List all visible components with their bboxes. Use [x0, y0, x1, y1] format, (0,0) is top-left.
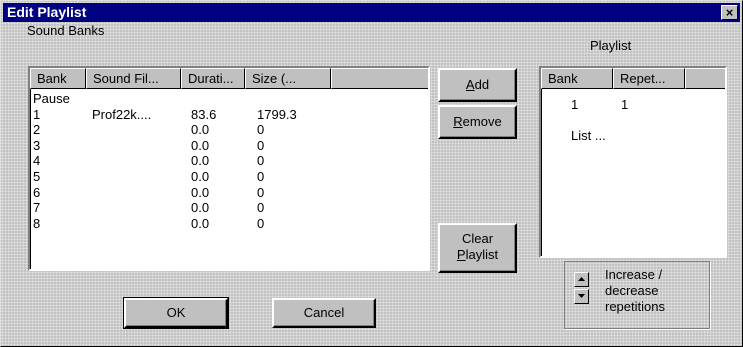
- column-header-duration[interactable]: Durati...: [181, 68, 245, 89]
- sound-bank-row-8-bank[interactable]: 7: [33, 200, 40, 215]
- repetitions-label-line2: decrease: [605, 283, 659, 298]
- add-button[interactable]: Add: [438, 68, 517, 102]
- sound-bank-row-5-size[interactable]: 0: [257, 153, 264, 168]
- remove-button[interactable]: Remove: [438, 105, 517, 139]
- arrow-down-icon: [578, 294, 585, 298]
- sound-bank-row-7-duration[interactable]: 0.0: [191, 185, 209, 200]
- sound-bank-row-5-duration[interactable]: 0.0: [191, 153, 209, 168]
- sound-bank-row-9-size[interactable]: 0: [257, 216, 264, 231]
- clear-playlist-line2: laylist: [465, 247, 499, 262]
- ok-button-label: OK: [166, 305, 186, 320]
- sound-bank-row-9-duration[interactable]: 0.0: [191, 216, 209, 231]
- sound-bank-row-1-bank[interactable]: Pause: [33, 91, 70, 106]
- remove-button-accel: R: [453, 114, 463, 129]
- sound-bank-row-6-duration[interactable]: 0.0: [191, 169, 209, 184]
- playlist-column-header-filler: [685, 68, 725, 89]
- sound-bank-row-9-bank[interactable]: 8: [33, 216, 40, 231]
- sound-bank-row-3-bank[interactable]: 2: [33, 122, 40, 137]
- remove-button-label: emove: [462, 114, 502, 129]
- close-icon: ×: [725, 5, 734, 20]
- sound-bank-row-8-size[interactable]: 0: [257, 200, 264, 215]
- sound-bank-row-6-bank[interactable]: 5: [33, 169, 40, 184]
- ok-button[interactable]: OK: [123, 297, 229, 329]
- sound-bank-row-6-size[interactable]: 0: [257, 169, 264, 184]
- arrow-up-icon: [578, 277, 585, 281]
- clear-playlist-accel: P: [456, 247, 466, 262]
- window-title: Edit Playlist: [7, 4, 87, 20]
- close-button[interactable]: ×: [721, 5, 738, 20]
- repetitions-label-line1: Increase /: [605, 267, 663, 282]
- sound-banks-label: Sound Banks: [27, 23, 105, 38]
- title-bar[interactable]: Edit Playlist ×: [3, 3, 740, 22]
- clear-playlist-line1: Clear: [461, 231, 494, 246]
- column-header-size[interactable]: Size (...: [245, 68, 331, 89]
- playlist-label: Playlist: [590, 38, 632, 53]
- playlist-column-header-repetitions[interactable]: Repet...: [613, 68, 685, 89]
- edit-playlist-dialog: Edit Playlist × Sound Banks Bank Sound F…: [0, 0, 743, 347]
- sound-bank-row-4-duration[interactable]: 0.0: [191, 138, 209, 153]
- increase-repetitions-button[interactable]: [574, 272, 589, 287]
- playlist-list[interactable]: Bank Repet... 1 1 List ...: [539, 66, 727, 258]
- repetitions-label-line3: repetitions: [605, 299, 665, 314]
- column-header-filler: [331, 68, 428, 89]
- sound-bank-row-2-sound-file[interactable]: Prof22k....: [92, 107, 151, 122]
- column-header-sound-file[interactable]: Sound Fil...: [86, 68, 181, 89]
- column-header-bank[interactable]: Bank: [30, 68, 86, 89]
- repetitions-label: Increase / decrease repetitions: [605, 267, 665, 315]
- cancel-button[interactable]: Cancel: [272, 298, 376, 328]
- clear-playlist-button[interactable]: Clear Playlist: [438, 223, 517, 273]
- add-button-label: dd: [474, 77, 490, 92]
- add-button-accel: A: [465, 77, 475, 92]
- sound-bank-row-8-duration[interactable]: 0.0: [191, 200, 209, 215]
- decrease-repetitions-button[interactable]: [574, 289, 589, 304]
- sound-bank-row-4-size[interactable]: 0: [257, 138, 264, 153]
- sound-bank-row-2-bank[interactable]: 1: [33, 107, 40, 122]
- sound-banks-list[interactable]: Bank Sound Fil... Durati... Size (... Pa…: [28, 66, 430, 271]
- sound-bank-row-2-duration[interactable]: 83.6: [191, 107, 216, 122]
- sound-bank-row-2-size[interactable]: 1799.3: [257, 107, 297, 122]
- playlist-column-header-bank[interactable]: Bank: [541, 68, 613, 89]
- playlist-row-1-repetitions[interactable]: 1: [621, 97, 628, 112]
- repetitions-group: Increase / decrease repetitions: [564, 261, 710, 329]
- sound-bank-row-3-size[interactable]: 0: [257, 122, 264, 137]
- cancel-button-label: Cancel: [303, 305, 345, 320]
- sound-bank-row-4-bank[interactable]: 3: [33, 138, 40, 153]
- playlist-row-1-bank[interactable]: 1: [571, 97, 578, 112]
- sound-bank-row-7-bank[interactable]: 6: [33, 185, 40, 200]
- sound-bank-row-3-duration[interactable]: 0.0: [191, 122, 209, 137]
- sound-bank-row-7-size[interactable]: 0: [257, 185, 264, 200]
- playlist-row-2-bank[interactable]: List ...: [571, 128, 606, 143]
- sound-bank-row-5-bank[interactable]: 4: [33, 153, 40, 168]
